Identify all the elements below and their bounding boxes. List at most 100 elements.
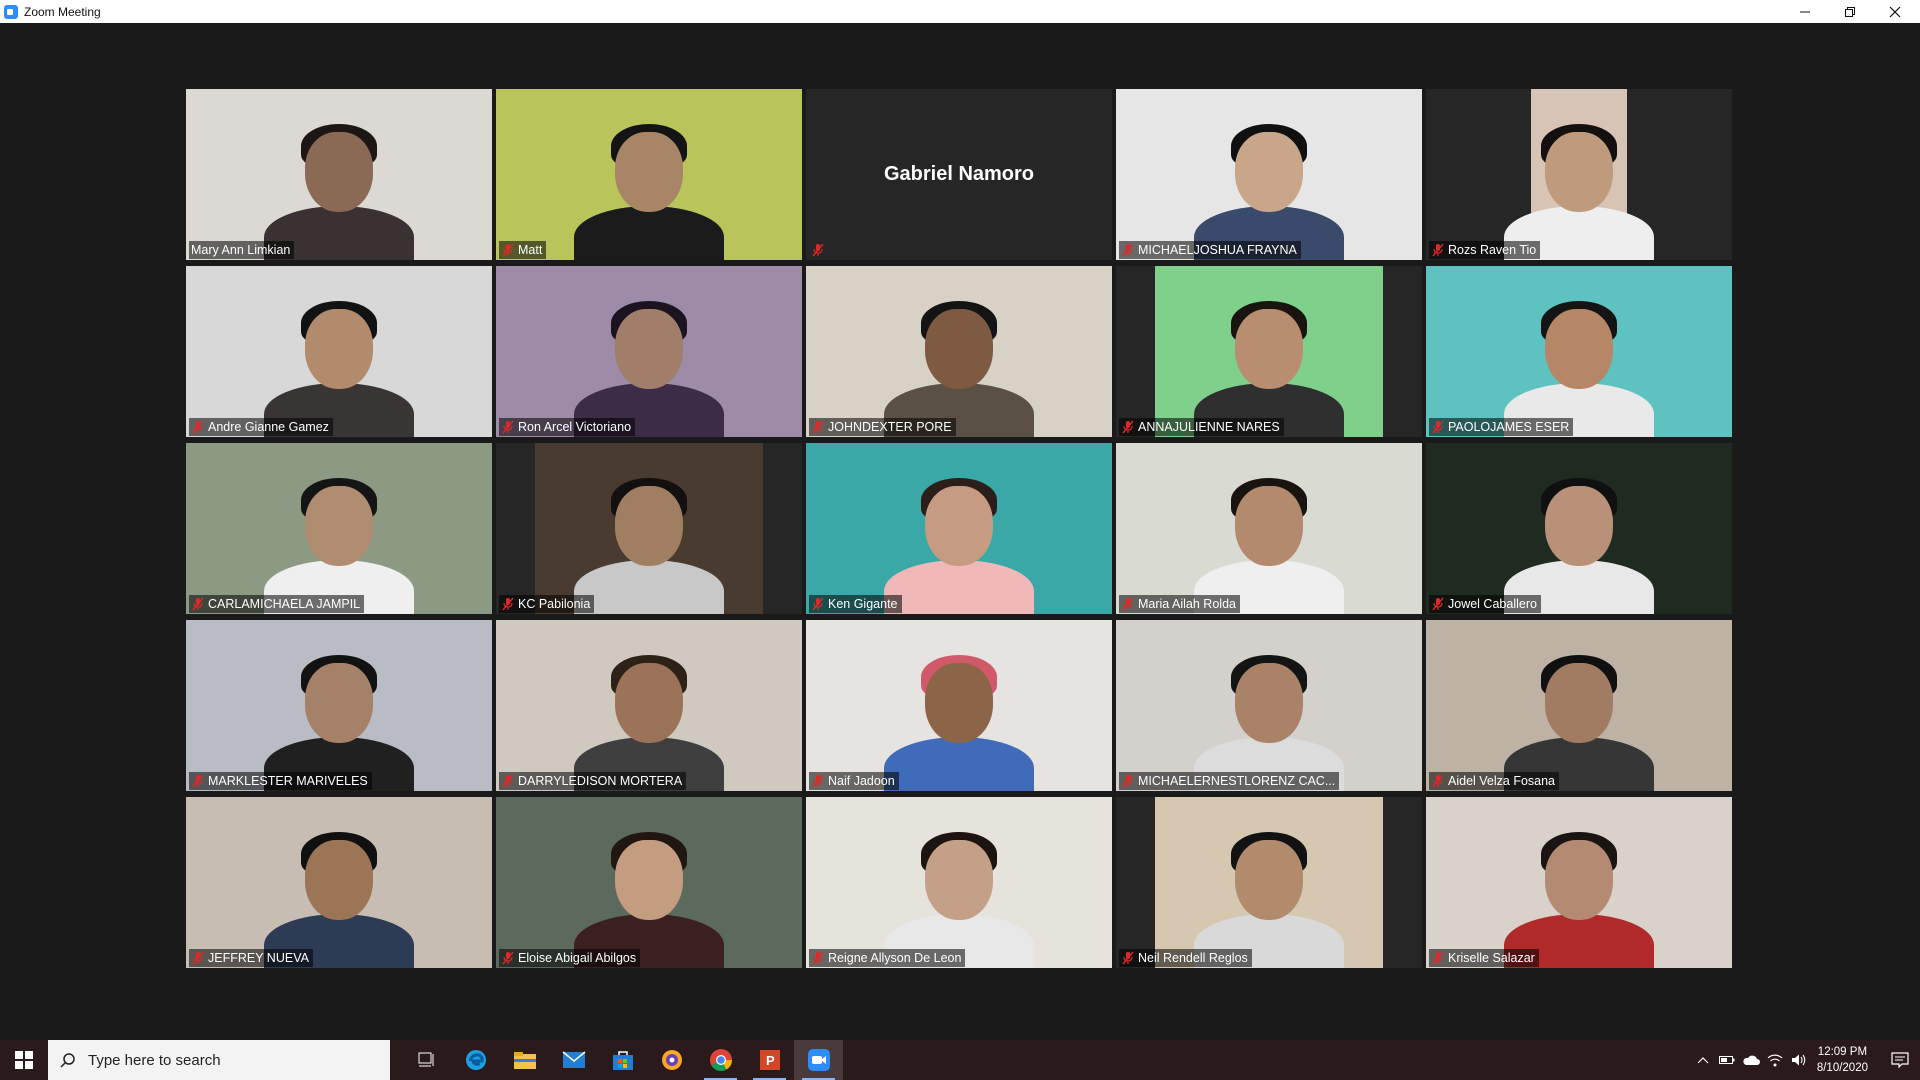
participant-face <box>1545 663 1613 743</box>
muted-microphone-icon <box>811 774 825 788</box>
search-input[interactable] <box>86 1050 370 1070</box>
edge-button[interactable] <box>451 1040 500 1080</box>
participant-tile[interactable]: MARKLESTER MARIVELES <box>186 620 492 791</box>
mail-button[interactable] <box>549 1040 598 1080</box>
participant-figure <box>264 464 414 614</box>
volume-button[interactable] <box>1787 1040 1811 1080</box>
cloud-icon <box>1743 1055 1760 1065</box>
video-feed <box>806 443 1112 614</box>
participant-tile[interactable]: MICHAELERNESTLORENZ CAC... <box>1116 620 1422 791</box>
participant-tile[interactable]: KC Pabilonia <box>496 443 802 614</box>
participant-name-tag: Jowel Caballero <box>1429 595 1541 613</box>
video-feed <box>186 443 492 614</box>
participant-figure <box>1194 110 1344 260</box>
participant-tile[interactable]: DARRYLEDISON MORTERA <box>496 620 802 791</box>
taskbar-clock[interactable]: 12:09 PM 8/10/2020 <box>1817 1044 1868 1076</box>
participant-name: Ken Gigante <box>828 597 898 611</box>
participant-tile[interactable]: Matt <box>496 89 802 260</box>
participant-tile[interactable]: Gabriel Namoro <box>806 89 1112 260</box>
muted-microphone-icon <box>191 951 205 965</box>
onedrive-button[interactable] <box>1739 1040 1763 1080</box>
start-button[interactable] <box>0 1040 48 1080</box>
taskbar-search[interactable] <box>48 1040 390 1080</box>
participant-tile[interactable]: Maria Ailah Rolda <box>1116 443 1422 614</box>
participant-tile[interactable]: PAOLOJAMES ESER <box>1426 266 1732 437</box>
notification-icon <box>1891 1052 1909 1068</box>
participant-tile[interactable]: Kriselle Salazar <box>1426 797 1732 968</box>
video-feed <box>496 620 802 791</box>
participant-body <box>574 560 724 614</box>
participant-figure <box>574 818 724 968</box>
network-button[interactable] <box>1763 1040 1787 1080</box>
participant-tile[interactable]: Aidel Velza Fosana <box>1426 620 1732 791</box>
video-feed <box>186 266 492 437</box>
muted-microphone-icon <box>811 420 825 434</box>
video-feed <box>1116 443 1422 614</box>
participant-face <box>1545 840 1613 920</box>
muted-microphone-icon <box>1121 597 1135 611</box>
muted-microphone-icon <box>191 420 205 434</box>
gallery-view: Mary Ann Limkian Matt Gabriel Namoro MICHAE… <box>186 89 1732 968</box>
participant-tile[interactable]: Mary Ann Limkian <box>186 89 492 260</box>
participant-tile[interactable]: Naif Jadoon <box>806 620 1112 791</box>
restore-button[interactable] <box>1827 0 1873 23</box>
participant-name: KC Pabilonia <box>518 597 591 611</box>
participant-name: Andre Gianne Gamez <box>208 420 329 434</box>
participant-name: CARLAMICHAELA JAMPIL <box>208 597 361 611</box>
participant-face <box>615 486 683 566</box>
participant-tile[interactable]: Neil Rendell Reglos <box>1116 797 1422 968</box>
participant-tile[interactable]: Eloise Abigail Abilgos <box>496 797 802 968</box>
powerpoint-icon: P <box>759 1050 780 1070</box>
show-hidden-icons-button[interactable] <box>1691 1040 1715 1080</box>
participant-tile[interactable]: JOHNDEXTER PORE <box>806 266 1112 437</box>
participant-name-tag: Mary Ann Limkian <box>189 241 295 259</box>
participant-name: MICHAELJOSHUA FRAYNA <box>1138 243 1297 257</box>
task-view-button[interactable] <box>402 1040 451 1080</box>
participant-name-tag: JOHNDEXTER PORE <box>809 418 956 436</box>
participant-name: Ron Arcel Victoriano <box>518 420 632 434</box>
participant-tile[interactable]: Ken Gigante <box>806 443 1112 614</box>
participant-face <box>305 663 373 743</box>
minimize-button[interactable] <box>1782 0 1828 23</box>
participant-tile[interactable]: MICHAELJOSHUA FRAYNA <box>1116 89 1422 260</box>
participant-tile[interactable]: ANNAJULIENNE NARES <box>1116 266 1422 437</box>
zoom-button[interactable] <box>794 1040 843 1080</box>
store-button[interactable] <box>598 1040 647 1080</box>
action-center-button[interactable] <box>1880 1040 1920 1080</box>
video-feed <box>1426 443 1732 614</box>
muted-microphone-icon <box>1431 420 1445 434</box>
participant-name-tag: CARLAMICHAELA JAMPIL <box>189 595 365 613</box>
participant-name-tag: Matt <box>499 241 547 259</box>
powerpoint-button[interactable]: P <box>745 1040 794 1080</box>
title-bar: Zoom Meeting <box>0 0 1920 23</box>
participant-name-tag: MICHAELERNESTLORENZ CAC... <box>1119 772 1340 790</box>
participant-figure <box>1504 641 1654 791</box>
participant-name: JEFFREY NUEVA <box>208 951 309 965</box>
close-button[interactable] <box>1872 0 1918 23</box>
participant-tile[interactable]: CARLAMICHAELA JAMPIL <box>186 443 492 614</box>
participant-figure <box>1504 818 1654 968</box>
chrome-button[interactable] <box>696 1040 745 1080</box>
participant-tile[interactable]: Andre Gianne Gamez <box>186 266 492 437</box>
participant-name-tag <box>809 241 832 259</box>
participant-tile[interactable]: JEFFREY NUEVA <box>186 797 492 968</box>
muted-microphone-icon <box>811 951 825 965</box>
clock-time: 12:09 PM <box>1817 1046 1868 1058</box>
muted-microphone-icon <box>501 420 515 434</box>
participant-tile[interactable]: Reigne Allyson De Leon <box>806 797 1112 968</box>
battery-button[interactable] <box>1715 1040 1739 1080</box>
participant-tile[interactable]: Ron Arcel Victoriano <box>496 266 802 437</box>
vpn-button[interactable] <box>647 1040 696 1080</box>
wifi-icon <box>1767 1054 1783 1067</box>
participant-figure <box>264 818 414 968</box>
video-feed <box>1426 797 1732 968</box>
participant-name-tag: Andre Gianne Gamez <box>189 418 333 436</box>
clock-date: 8/10/2020 <box>1816 1062 1868 1074</box>
participant-face <box>1235 486 1303 566</box>
participant-figure <box>1504 464 1654 614</box>
speaker-icon <box>1791 1054 1806 1066</box>
participant-tile[interactable]: Jowel Caballero <box>1426 443 1732 614</box>
svg-text:P: P <box>766 1053 775 1068</box>
file-explorer-button[interactable] <box>500 1040 549 1080</box>
participant-tile[interactable]: Rozs Raven Tio <box>1426 89 1732 260</box>
